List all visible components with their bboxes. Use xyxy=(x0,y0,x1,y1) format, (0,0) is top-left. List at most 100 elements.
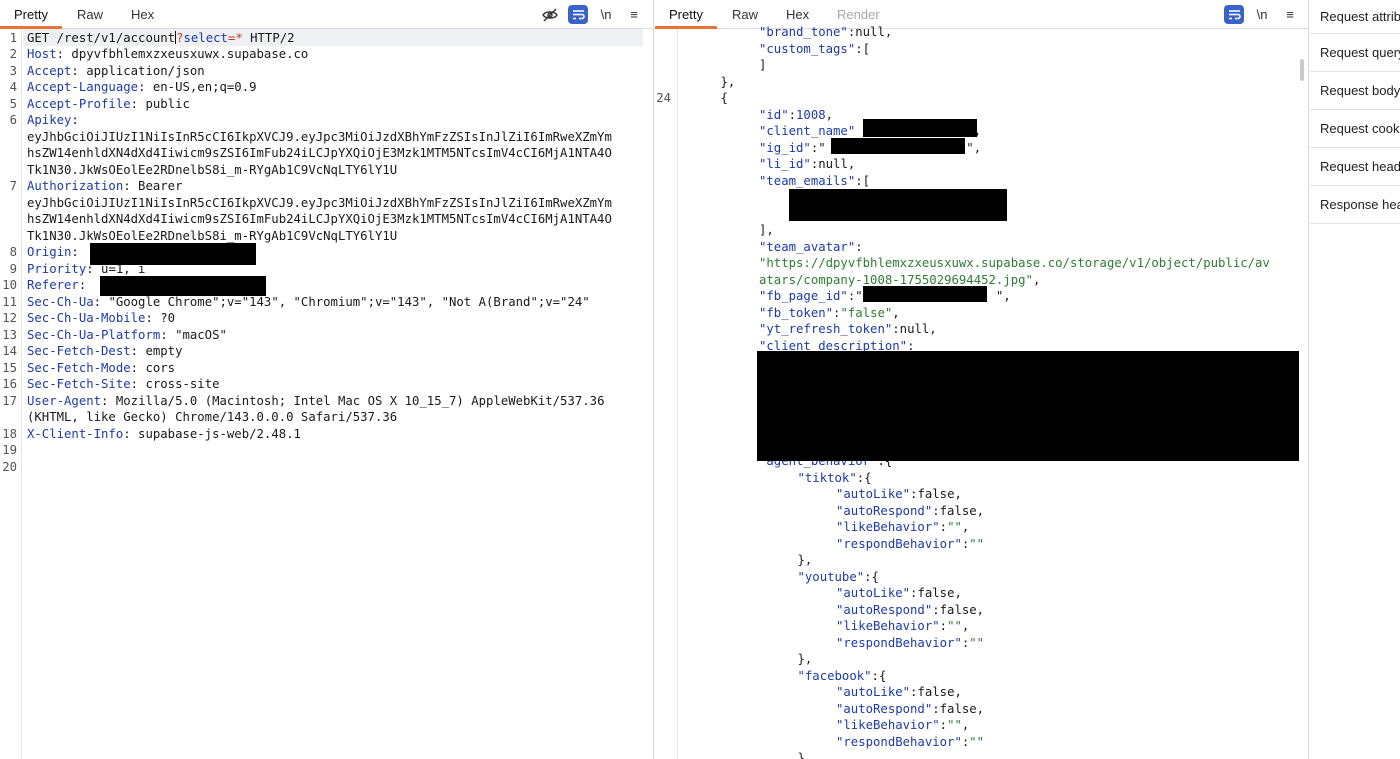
code-key: "respondBehavior" xyxy=(836,734,962,749)
code-text: : cross-site xyxy=(130,377,220,391)
code-text: : cors xyxy=(130,360,176,375)
code-key: Accept xyxy=(27,63,72,78)
wrap-lines-icon[interactable] xyxy=(568,5,588,24)
code-key: Sec-Fetch-Site xyxy=(27,377,131,391)
code-string: "https://dpyvfbhlemxzxeusxuwx.supabase.c… xyxy=(759,256,1270,270)
code-line: Referer: xyxy=(27,277,86,294)
code-key: "ig_id" xyxy=(759,140,811,155)
code-line: "yt_refresh_token":null, xyxy=(759,321,937,338)
code-key: Sec-Fetch-Mode xyxy=(27,360,131,375)
code-text: :null, xyxy=(892,322,937,336)
code-line: Accept: application/json xyxy=(27,63,205,80)
code-line: Origin: xyxy=(27,244,79,261)
code-text: }, xyxy=(720,74,736,89)
inspector-request-query-parameters[interactable]: Request query parameters xyxy=(1310,34,1400,72)
request-tab-raw[interactable]: Raw xyxy=(77,7,103,22)
code-line: Tk1N30.JkWsOEolEe2RDnelbS8i_m-RYgAb1C9Vc… xyxy=(27,228,397,245)
code-line: "autoRespond":false, xyxy=(836,701,984,718)
code-text: :false, xyxy=(932,602,985,617)
inspector-request-headers[interactable]: Request headers xyxy=(1310,148,1400,186)
code-key: "client_name" xyxy=(759,124,856,138)
code-text: :false, xyxy=(910,487,962,501)
code-text: :false, xyxy=(910,685,962,699)
code-text: : xyxy=(939,619,948,633)
code-text: : xyxy=(855,239,863,254)
code-line: "fb_token":"false", xyxy=(759,305,900,322)
response-scrollbar[interactable] xyxy=(1300,59,1304,81)
code-key: "team_avatar" xyxy=(759,239,856,254)
code-line: GET /rest/v1/account?select=* HTTP/2 xyxy=(27,30,295,47)
inspector-request-body-parameters[interactable]: Request body parameters xyxy=(1310,72,1400,110)
code-text: : Bearer xyxy=(123,179,183,193)
response-tab-hex[interactable]: Hex xyxy=(786,7,809,22)
line-number: 15 xyxy=(2,360,17,375)
response-tab-render[interactable]: Render xyxy=(837,7,880,22)
inspector-response-headers[interactable]: Response headers xyxy=(1310,186,1400,224)
code-line: "likeBehavior":"", xyxy=(836,519,969,536)
code-key: Accept-Profile xyxy=(27,96,131,111)
response-code-view[interactable]: "brand_tone":null, "custom_tags":[]}, 24{"… xyxy=(655,25,1308,759)
line-number: 5 xyxy=(9,96,17,111)
newline-toggle-icon[interactable]: \n xyxy=(596,5,616,24)
code-key: "likeBehavior" xyxy=(836,520,940,534)
code-key: "likeBehavior" xyxy=(836,718,940,732)
code-text: :{ xyxy=(864,569,879,584)
code-key: Accept-Language xyxy=(27,80,139,94)
code-line: Sec-Ch-Ua-Platform: "macOS" xyxy=(27,327,227,344)
request-code-view[interactable]: 1 GET /rest/v1/account?select=* HTTP/2 2 Ho… xyxy=(0,29,653,759)
line-number: 4 xyxy=(9,80,17,94)
code-key: User-Agent xyxy=(27,393,102,408)
redaction-block xyxy=(789,189,1007,221)
code-text: : xyxy=(788,107,797,122)
code-text: eyJhbGciOiJIUzI1NiIsInR5cCI6IkpXVCJ9.eyJ… xyxy=(27,195,612,210)
request-tab-pretty[interactable]: Pretty xyxy=(14,7,48,22)
code-key: "autoLike" xyxy=(836,586,911,600)
inspector-request-cookies[interactable]: Request cookies xyxy=(1310,110,1400,148)
code-key: Apikey xyxy=(27,113,72,127)
request-tab-hex[interactable]: Hex xyxy=(131,7,154,22)
code-text: :false, xyxy=(910,586,962,600)
code-text: :{ xyxy=(856,470,872,485)
code-key: "facebook" xyxy=(797,668,872,683)
code-text: ], xyxy=(759,223,774,237)
code-text: : public xyxy=(130,96,190,111)
code-string: "" xyxy=(969,536,985,551)
code-line: { xyxy=(721,90,728,107)
response-tab-raw[interactable]: Raw xyxy=(732,7,758,22)
code-line: "tiktok":{ xyxy=(798,470,872,487)
code-line: }, xyxy=(798,750,813,759)
code-string: "" xyxy=(969,635,985,650)
menu-icon[interactable]: ≡ xyxy=(1280,5,1300,24)
code-line: (KHTML, like Gecko) Chrome/143.0.0.0 Saf… xyxy=(27,409,397,426)
code-line: Authorization: Bearer xyxy=(27,178,182,195)
code-text: :null, xyxy=(847,25,893,39)
code-text: : supabase-js-web/2.48.1 xyxy=(123,426,301,441)
code-line: X-Client-Info: supabase-js-web/2.48.1 xyxy=(27,426,301,443)
code-key: "likeBehavior" xyxy=(836,619,940,633)
code-line: "respondBehavior":"" xyxy=(836,635,984,652)
code-text: : xyxy=(939,718,948,732)
inspector-request-attributes[interactable]: Request attributes xyxy=(1310,0,1400,34)
response-tab-pretty[interactable]: Pretty xyxy=(669,7,703,22)
code-key: "autoRespond" xyxy=(836,602,933,617)
code-line: hsZW14enhldXN4dXd4Iiwicm9sZSI6ImFub24iLC… xyxy=(27,145,612,162)
newline-toggle-icon[interactable]: \n xyxy=(1252,5,1272,24)
code-string: "" xyxy=(947,718,962,732)
menu-icon[interactable]: ≡ xyxy=(624,5,644,24)
code-text: }, xyxy=(797,751,813,759)
code-line: "custom_tags":[ xyxy=(759,41,870,58)
code-line: Accept-Language: en-US,en;q=0.9 xyxy=(27,79,257,96)
code-key: X-Client-Info xyxy=(27,426,124,441)
code-key: "yt_refresh_token" xyxy=(759,322,893,336)
code-line: "likeBehavior":"", xyxy=(836,717,969,734)
line-number: 14 xyxy=(2,344,17,358)
wrap-lines-icon[interactable] xyxy=(1224,5,1244,24)
hide-eye-icon[interactable] xyxy=(540,5,560,24)
redaction-block xyxy=(757,351,1299,461)
line-number: 7 xyxy=(9,179,17,193)
code-line: Sec-Fetch-Mode: cors xyxy=(27,360,175,377)
line-number: 8 xyxy=(9,245,17,259)
code-key: Origin xyxy=(27,245,72,259)
code-key: "fb_token" xyxy=(759,305,834,320)
code-text: : xyxy=(78,278,87,292)
